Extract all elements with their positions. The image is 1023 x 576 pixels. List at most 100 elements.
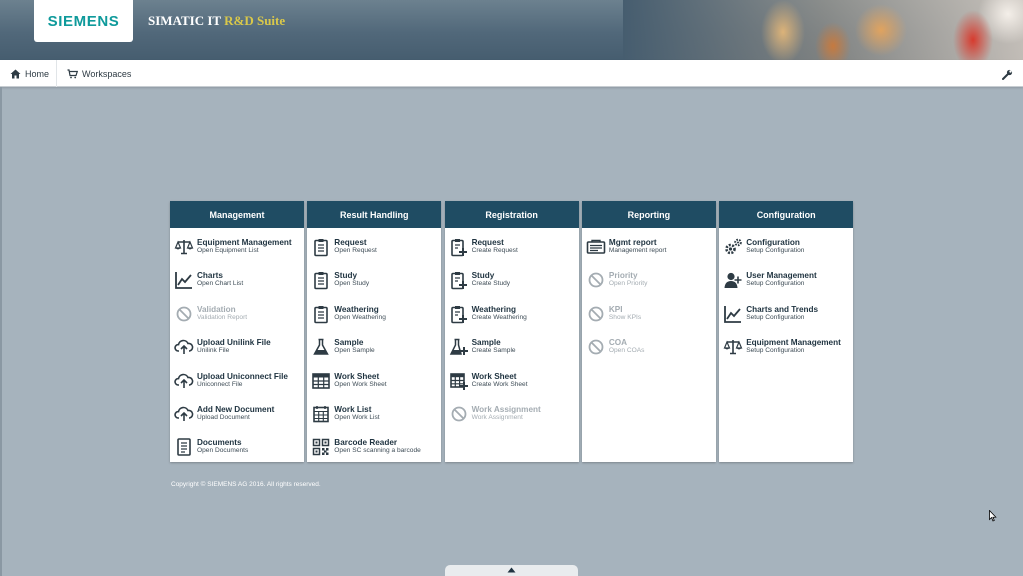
tile-item-subtitle: Setup Configuration bbox=[746, 247, 805, 254]
tile-item-work-sheet[interactable]: Work Sheet Create Work Sheet bbox=[445, 369, 579, 399]
tile-item-coa: COA Open COAs bbox=[582, 335, 716, 365]
tile-item-priority: Priority Open Priority bbox=[582, 268, 716, 298]
tile-item-subtitle: Open Sample bbox=[334, 347, 375, 355]
tile-item-subtitle: Open Weathering bbox=[334, 313, 386, 321]
tile-item-subtitle: Open Equipment List bbox=[197, 247, 259, 254]
tile-item-weathering[interactable]: Weathering Create Weathering bbox=[445, 302, 579, 332]
tile-item-add-new-document[interactable]: Add New Document Upload Document bbox=[170, 402, 304, 432]
prohibited-icon bbox=[588, 272, 604, 288]
home-icon bbox=[10, 69, 21, 78]
prohibited-icon bbox=[588, 306, 604, 322]
tile-item-request[interactable]: Request Open Request bbox=[307, 235, 441, 265]
nav-home-label: Home bbox=[25, 68, 50, 79]
tile-item-title: Equipment Management bbox=[746, 338, 841, 348]
tile-item-subtitle: Setup Configuration bbox=[746, 347, 805, 355]
tile-item-title: Sample bbox=[471, 338, 501, 348]
tile-item-title: Add New Document bbox=[197, 405, 275, 414]
tile-item-subtitle: Create Study bbox=[471, 280, 511, 288]
bottom-expand-tab[interactable] bbox=[445, 565, 578, 576]
clipboard-list-icon bbox=[314, 239, 329, 257]
tile-item-charts-and-trends[interactable]: Charts and Trends Setup Configuration bbox=[719, 302, 853, 332]
tile-item-subtitle: Create Request bbox=[471, 247, 518, 254]
clipboard-add-icon bbox=[450, 239, 467, 257]
tile-item-subtitle: Open Chart List bbox=[197, 280, 244, 288]
tile-item-study[interactable]: Study Create Study bbox=[445, 268, 579, 298]
tile-item-subtitle: Open Priority bbox=[608, 280, 648, 288]
tile-item-title: Sample bbox=[334, 338, 364, 348]
top-navbar: Home Workspaces bbox=[0, 60, 1023, 87]
tile-item-subtitle: Uniconnect File bbox=[197, 380, 243, 388]
tile-item-work-assignment: Work Assignment Work Assignment bbox=[445, 402, 579, 432]
nav-workspaces[interactable]: Workspaces bbox=[57, 60, 131, 87]
tile-management: Management Equipment Management Open Equip… bbox=[170, 201, 304, 462]
tile-item-upload-unilink-file[interactable]: Upload Unilink File Unilink File bbox=[170, 335, 304, 365]
clipboard-add-icon bbox=[450, 305, 467, 324]
tile-reporting: Reporting Mgmt report Management report Pri… bbox=[581, 201, 716, 462]
tile-item-title: Configuration bbox=[746, 238, 800, 247]
tile-item-title: Request bbox=[334, 238, 367, 247]
report-icon bbox=[586, 239, 606, 254]
tile-item-subtitle: Work Assignment bbox=[471, 414, 523, 421]
gears-icon bbox=[725, 238, 742, 255]
tile-item-work-list[interactable]: Work List Open Work List bbox=[307, 402, 441, 432]
tile-item-mgmt-report[interactable]: Mgmt report Management report bbox=[582, 235, 716, 265]
tile-item-title: Weathering bbox=[334, 304, 379, 314]
tile-configuration: Configuration Configuration Setup Configur… bbox=[719, 201, 854, 462]
siemens-logo[interactable]: SIEMENS bbox=[34, 0, 133, 42]
tile-item-title: Upload Unilink File bbox=[197, 338, 271, 348]
tile-item-sample[interactable]: Sample Open Sample bbox=[307, 335, 441, 365]
nav-home[interactable]: Home bbox=[0, 60, 57, 87]
tile-item-title: Mgmt report bbox=[608, 238, 657, 247]
tile-item-title: Work Sheet bbox=[471, 371, 517, 381]
tile-item-upload-uniconnect-file[interactable]: Upload Uniconnect File Uniconnect File bbox=[170, 369, 304, 399]
tile-item-work-sheet[interactable]: Work Sheet Open Work Sheet bbox=[307, 369, 441, 399]
tile-item-title: Documents bbox=[197, 438, 242, 448]
cloud-upload-icon bbox=[174, 373, 194, 388]
tile-item-documents[interactable]: Documents Open Documents bbox=[170, 435, 304, 465]
tile-item-title: KPI bbox=[608, 304, 623, 314]
tile-item-title: Work Assignment bbox=[471, 405, 541, 414]
prohibited-icon bbox=[588, 339, 604, 355]
tile-item-weathering[interactable]: Weathering Open Weathering bbox=[307, 302, 441, 332]
tile-header: Reporting bbox=[581, 201, 716, 228]
tile-header: Configuration bbox=[719, 201, 854, 228]
cloud-upload-icon bbox=[174, 339, 194, 355]
tile-item-barcode-reader[interactable]: Barcode Reader Open SC scanning a barcode bbox=[307, 435, 441, 465]
clipboard-add-icon bbox=[450, 272, 467, 290]
prohibited-icon bbox=[176, 306, 192, 322]
tile-header: Registration bbox=[444, 201, 579, 228]
tile-registration: Registration Request Create Request Study Cr… bbox=[444, 201, 579, 462]
tile-item-subtitle: Open Documents bbox=[197, 447, 249, 455]
app-title-main: SIMATIC IT bbox=[148, 13, 225, 28]
header-photo bbox=[623, 0, 1023, 60]
table-icon bbox=[312, 372, 331, 389]
flask-icon bbox=[313, 338, 330, 355]
logo-text: SIEMENS bbox=[47, 12, 120, 30]
document-icon bbox=[177, 438, 191, 457]
clipboard-list-icon bbox=[314, 305, 329, 324]
tile-item-configuration[interactable]: Configuration Setup Configuration bbox=[719, 235, 853, 265]
tile-item-subtitle: Validation Report bbox=[197, 313, 248, 321]
tile-item-subtitle: Create Sample bbox=[471, 347, 516, 355]
tile-item-equipment-management[interactable]: Equipment Management Setup Configuration bbox=[719, 335, 853, 365]
tile-item-study[interactable]: Study Open Study bbox=[307, 268, 441, 298]
tile-item-subtitle: Open COAs bbox=[608, 347, 645, 355]
flask-add-icon bbox=[449, 338, 468, 356]
tile-item-user-management[interactable]: User Management Setup Configuration bbox=[719, 268, 853, 298]
clipboard-list-icon bbox=[314, 272, 329, 290]
tile-item-title: Weathering bbox=[471, 304, 517, 314]
qr-code-icon bbox=[313, 439, 330, 456]
line-chart-icon bbox=[724, 305, 742, 323]
shopping-cart-icon bbox=[67, 68, 78, 78]
app-title: SIMATIC IT R&D Suite bbox=[148, 13, 285, 29]
tile-item-subtitle: Show KPIs bbox=[608, 313, 642, 321]
nav-workspaces-label: Workspaces bbox=[82, 68, 132, 79]
tile-item-request[interactable]: Request Create Request bbox=[445, 235, 579, 265]
tile-item-title: Study bbox=[471, 271, 495, 281]
tile-item-sample[interactable]: Sample Create Sample bbox=[445, 335, 579, 365]
tile-item-equipment-management[interactable]: Equipment Management Open Equipment List bbox=[170, 235, 304, 265]
wrench-icon[interactable] bbox=[1002, 67, 1013, 85]
tile-item-charts[interactable]: Charts Open Chart List bbox=[170, 268, 304, 298]
mouse-pointer-icon bbox=[989, 510, 997, 522]
balance-scale-icon bbox=[723, 340, 743, 355]
